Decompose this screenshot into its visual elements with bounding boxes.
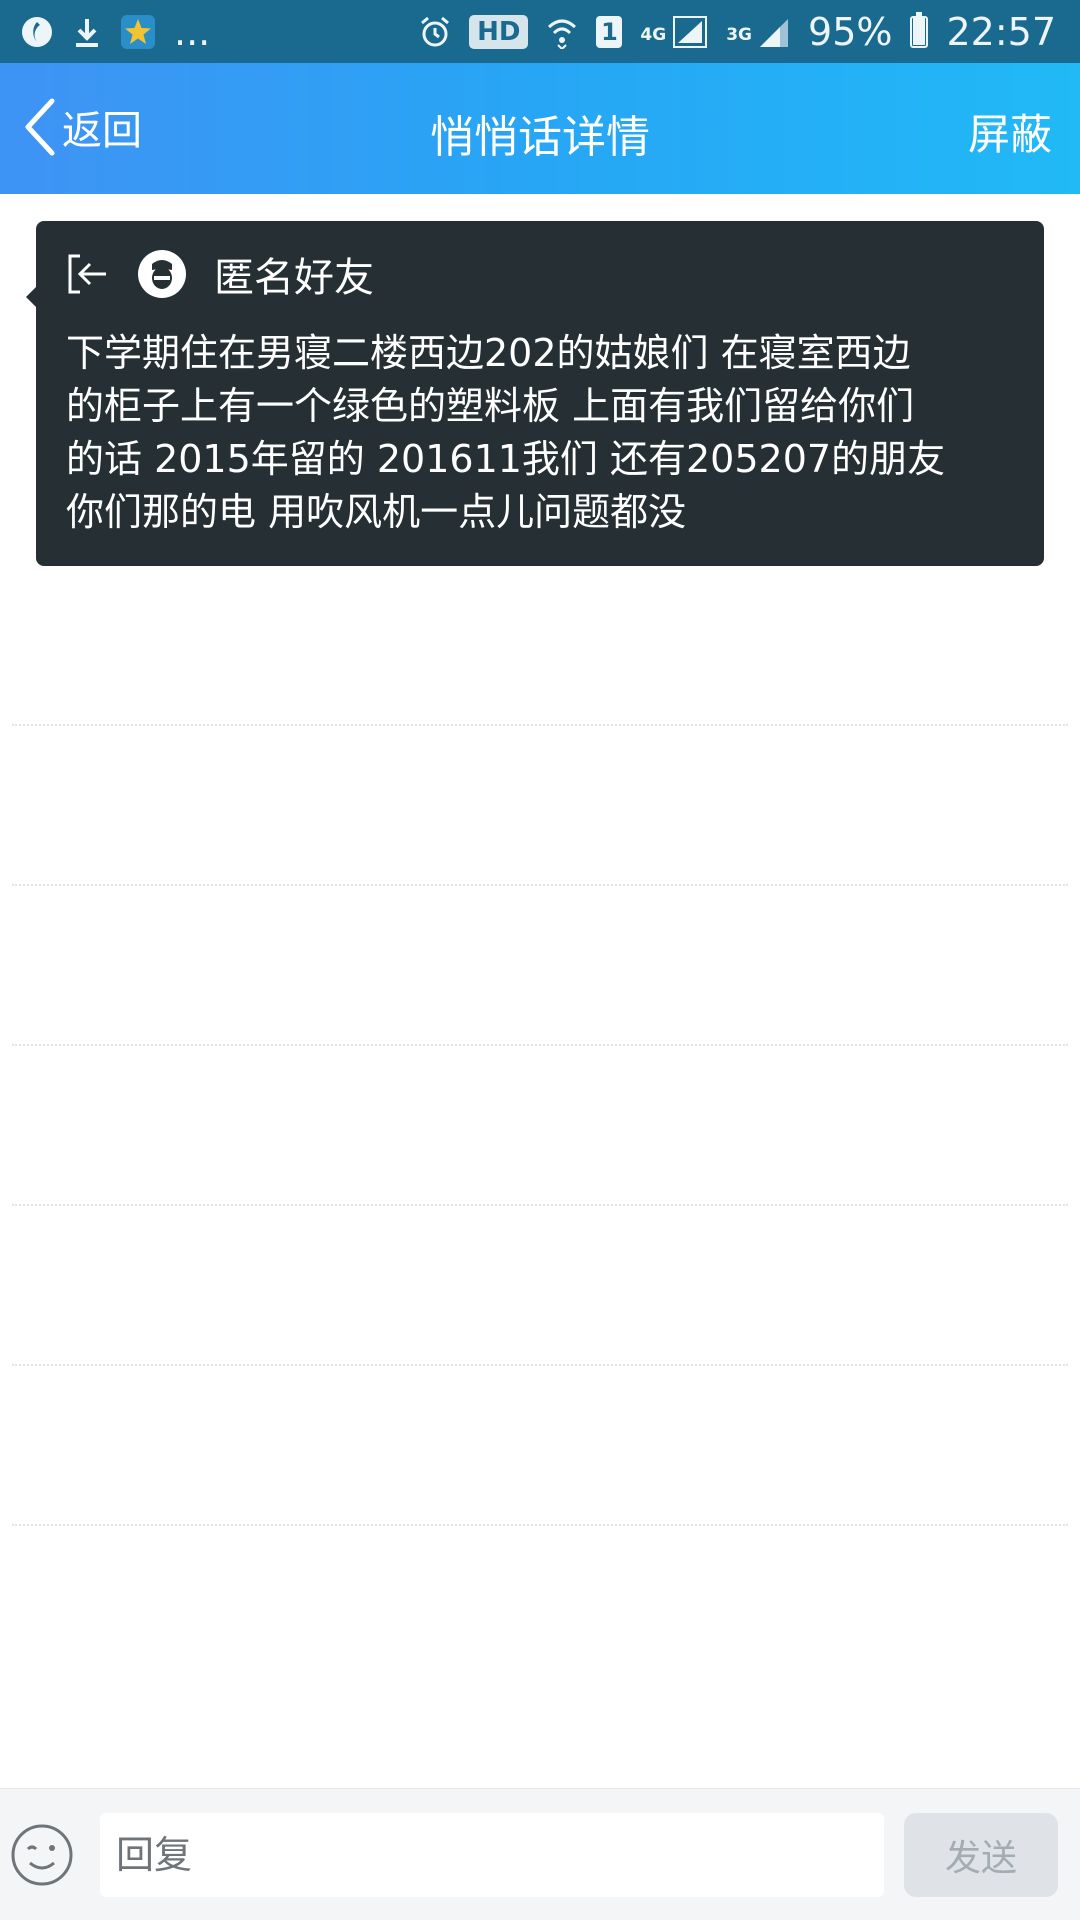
signal-icon: [673, 15, 708, 48]
divider-line: [12, 1524, 1068, 1526]
qq-browser-icon: [22, 16, 52, 47]
battery-percent: 95%: [808, 9, 893, 54]
status-bar-right: HD 1 4G 3G 95% 22:57: [419, 9, 1056, 54]
download-icon: [76, 18, 98, 47]
network-4g-label: 4G: [640, 24, 667, 45]
page-title: 悄悄话详情: [430, 112, 650, 163]
message-line: 你们那的电 用吹风机一点儿问题都没: [66, 490, 687, 534]
divider-line: [12, 884, 1068, 886]
divider-line: [12, 1044, 1068, 1046]
wifi-icon: [548, 19, 577, 49]
emoji-icon[interactable]: [10, 1823, 74, 1887]
reply-input[interactable]: [100, 1813, 884, 1897]
block-button[interactable]: 屏蔽: [968, 101, 1052, 162]
status-bar: ... HD 1 4G 3G 95% 22:57: [0, 0, 1080, 63]
signal-icon: [760, 18, 789, 47]
clock: 22:57: [946, 9, 1056, 54]
reply-bar: 发送: [0, 1788, 1080, 1920]
divider-line: [12, 1204, 1068, 1206]
alarm-icon: [421, 16, 450, 46]
divider-line: [12, 1364, 1068, 1366]
status-bar-left: ...: [20, 13, 210, 51]
sim-badge: 1: [596, 15, 623, 48]
message-card: 匿名好友 下学期住在男寝二楼西边202的姑娘们 在寝室西边 的柜子上有一个绿色的…: [26, 221, 1044, 566]
message-line: 的柜子上有一个绿色的塑料板 上面有我们留给你们: [66, 384, 915, 428]
battery-fill: [913, 17, 926, 45]
more-notifications: ...: [174, 9, 211, 54]
nav-bar: 返回 悄悄话详情 屏蔽: [0, 63, 1080, 194]
exit-icon[interactable]: [64, 250, 112, 298]
hd-badge: HD: [469, 14, 529, 49]
sender-name: 匿名好友: [214, 255, 374, 301]
message-card-tail: [26, 287, 36, 307]
message-line: 下学期住在男寝二楼西边202的姑娘们 在寝室西边: [66, 331, 911, 375]
message-line: 的话 2015年留的 201611我们 还有205207的朋友: [66, 437, 946, 481]
battery-icon: [910, 11, 929, 48]
network-3g-label: 3G: [726, 24, 753, 45]
message-body: 下学期住在男寝二楼西边202的姑娘们 在寝室西边 的柜子上有一个绿色的塑料板 上…: [66, 327, 1026, 539]
anonymous-avatar-icon: [138, 250, 186, 298]
send-button[interactable]: 发送: [904, 1813, 1058, 1897]
message-header: 匿名好友: [64, 245, 374, 303]
star-app-icon: [121, 14, 155, 49]
divider-line: [12, 724, 1068, 726]
